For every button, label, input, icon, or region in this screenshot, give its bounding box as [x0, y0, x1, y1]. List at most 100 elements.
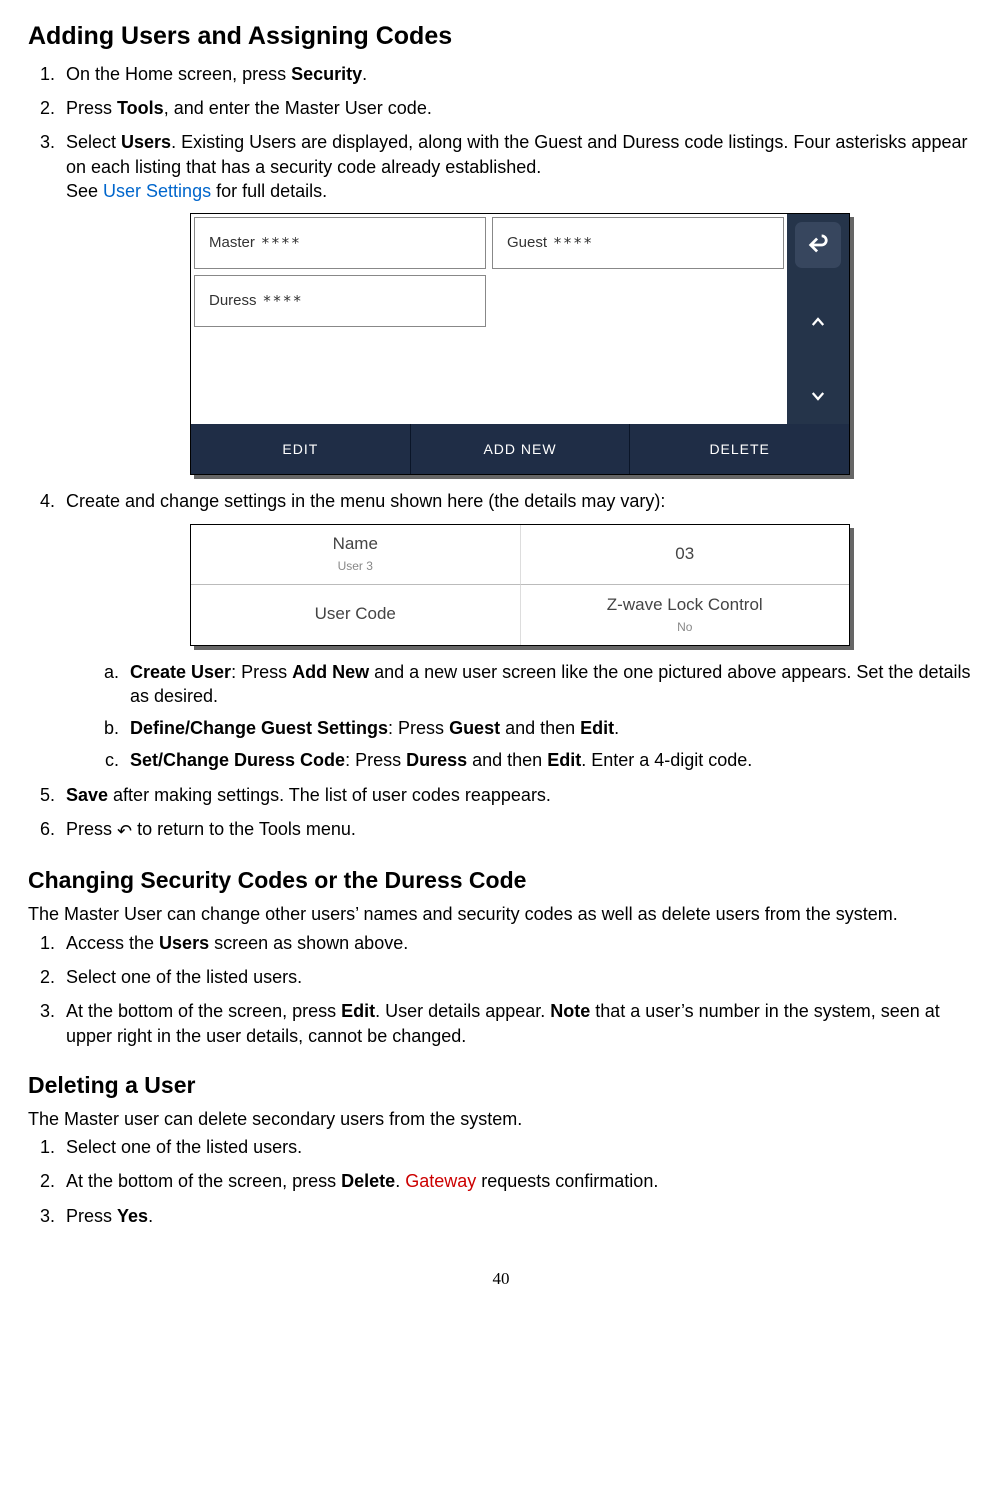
- delete-button[interactable]: DELETE: [630, 424, 849, 474]
- bold-security: Security: [291, 64, 362, 84]
- heading-changing-codes: Changing Security Codes or the Duress Co…: [28, 865, 974, 896]
- text: screen as shown above.: [209, 933, 408, 953]
- intro-text: The Master User can change other users’ …: [28, 902, 974, 926]
- step-1: Select one of the listed users.: [60, 1135, 974, 1159]
- bold-create-user: Create User: [130, 662, 231, 682]
- text: .: [148, 1206, 153, 1226]
- substep-b: Define/Change Guest Settings: Press Gues…: [124, 716, 974, 740]
- code-mask: ****: [553, 233, 593, 253]
- user-row-master[interactable]: Master ****: [194, 217, 486, 269]
- text: Create and change settings in the menu s…: [66, 491, 665, 511]
- heading-deleting-user: Deleting a User: [28, 1070, 974, 1101]
- text: to return to the Tools menu.: [132, 819, 356, 839]
- step-5: Save after making settings. The list of …: [60, 783, 974, 807]
- code-mask: ****: [263, 291, 303, 311]
- label: Name: [333, 533, 378, 556]
- text: , and enter the Master User code.: [164, 98, 432, 118]
- bold-note: Note: [550, 1001, 590, 1021]
- back-arrow-icon: [807, 234, 829, 256]
- bold-add-new: Add New: [292, 662, 369, 682]
- user-row-duress[interactable]: Duress ****: [194, 275, 486, 327]
- add-new-button[interactable]: ADD NEW: [411, 424, 631, 474]
- text: and then: [467, 750, 547, 770]
- text: : Press: [388, 718, 449, 738]
- text: . Enter a 4-digit code.: [581, 750, 752, 770]
- text: Press: [66, 98, 117, 118]
- user-code-cell[interactable]: User Code: [191, 585, 520, 645]
- step-2: Press Tools, and enter the Master User c…: [60, 96, 974, 120]
- link-user-settings[interactable]: User Settings: [103, 181, 211, 201]
- bold-duress-code: Set/Change Duress Code: [130, 750, 345, 770]
- chevron-up-icon: [809, 313, 827, 331]
- text: Select: [66, 132, 121, 152]
- label: Z-wave Lock Control: [607, 594, 763, 617]
- bold-delete: Delete: [341, 1171, 395, 1191]
- name-cell[interactable]: Name User 3: [191, 525, 520, 585]
- text: .: [614, 718, 619, 738]
- bold-duress: Duress: [406, 750, 467, 770]
- text: At the bottom of the screen, press: [66, 1171, 341, 1191]
- scroll-down-button[interactable]: [795, 376, 841, 416]
- text: after making settings. The list of user …: [108, 785, 551, 805]
- side-nav: [787, 214, 849, 424]
- step-3: Press Yes.: [60, 1204, 974, 1228]
- edit-button[interactable]: EDIT: [191, 424, 411, 474]
- bold-edit: Edit: [547, 750, 581, 770]
- figure-users-panel: Master **** Guest **** Duress ****: [190, 213, 850, 475]
- value: 03: [675, 543, 694, 566]
- code-mask: ****: [261, 233, 301, 253]
- text: Press: [66, 819, 117, 839]
- page-number: 40: [28, 1268, 974, 1291]
- step-2: At the bottom of the screen, press Delet…: [60, 1169, 974, 1193]
- text: for full details.: [211, 181, 327, 201]
- label: Duress: [209, 291, 257, 311]
- back-arrow-icon: ↶: [117, 819, 132, 843]
- label: Master: [209, 233, 255, 253]
- text: See: [66, 181, 103, 201]
- step-6: Press ↶ to return to the Tools menu.: [60, 817, 974, 843]
- bold-tools: Tools: [117, 98, 164, 118]
- text: and then: [500, 718, 580, 738]
- figure-user-detail: Name User 3 03 User Code Z-wave Lock Con…: [190, 524, 850, 646]
- user-row-guest[interactable]: Guest ****: [492, 217, 784, 269]
- red-gateway: Gateway: [405, 1171, 476, 1191]
- step-2: Select one of the listed users.: [60, 965, 974, 989]
- bold-yes: Yes: [117, 1206, 148, 1226]
- intro-text: The Master user can delete secondary use…: [28, 1107, 974, 1131]
- label: User Code: [315, 603, 396, 626]
- scroll-up-button[interactable]: [795, 302, 841, 342]
- substep-c: Set/Change Duress Code: Press Duress and…: [124, 748, 974, 772]
- bold-guest: Guest: [449, 718, 500, 738]
- bold-save: Save: [66, 785, 108, 805]
- text: Press: [66, 1206, 117, 1226]
- step-1: On the Home screen, press Security.: [60, 62, 974, 86]
- chevron-down-icon: [809, 387, 827, 405]
- value: No: [677, 619, 692, 635]
- bold-edit: Edit: [341, 1001, 375, 1021]
- step-1: Access the Users screen as shown above.: [60, 931, 974, 955]
- zwave-cell[interactable]: Z-wave Lock Control No: [520, 585, 850, 645]
- label: Guest: [507, 233, 547, 253]
- bold-users: Users: [121, 132, 171, 152]
- text: On the Home screen, press: [66, 64, 291, 84]
- text: requests confirmation.: [476, 1171, 658, 1191]
- bold-users: Users: [159, 933, 209, 953]
- user-number-cell: 03: [520, 525, 850, 585]
- step-3: At the bottom of the screen, press Edit.…: [60, 999, 974, 1048]
- text: At the bottom of the screen, press: [66, 1001, 341, 1021]
- bold-guest-settings: Define/Change Guest Settings: [130, 718, 388, 738]
- value: User 3: [338, 558, 373, 574]
- text: .: [395, 1171, 405, 1191]
- heading-adding-users: Adding Users and Assigning Codes: [28, 20, 974, 54]
- text: . User details appear.: [375, 1001, 550, 1021]
- bold-edit: Edit: [580, 718, 614, 738]
- back-button[interactable]: [795, 222, 841, 268]
- step-4: Create and change settings in the menu s…: [60, 489, 974, 772]
- text: : Press: [231, 662, 292, 682]
- step-3: Select Users. Existing Users are display…: [60, 130, 974, 475]
- text: : Press: [345, 750, 406, 770]
- text: .: [362, 64, 367, 84]
- text: . Existing Users are displayed, along wi…: [66, 132, 967, 176]
- text: Access the: [66, 933, 159, 953]
- substep-a: Create User: Press Add New and a new use…: [124, 660, 974, 709]
